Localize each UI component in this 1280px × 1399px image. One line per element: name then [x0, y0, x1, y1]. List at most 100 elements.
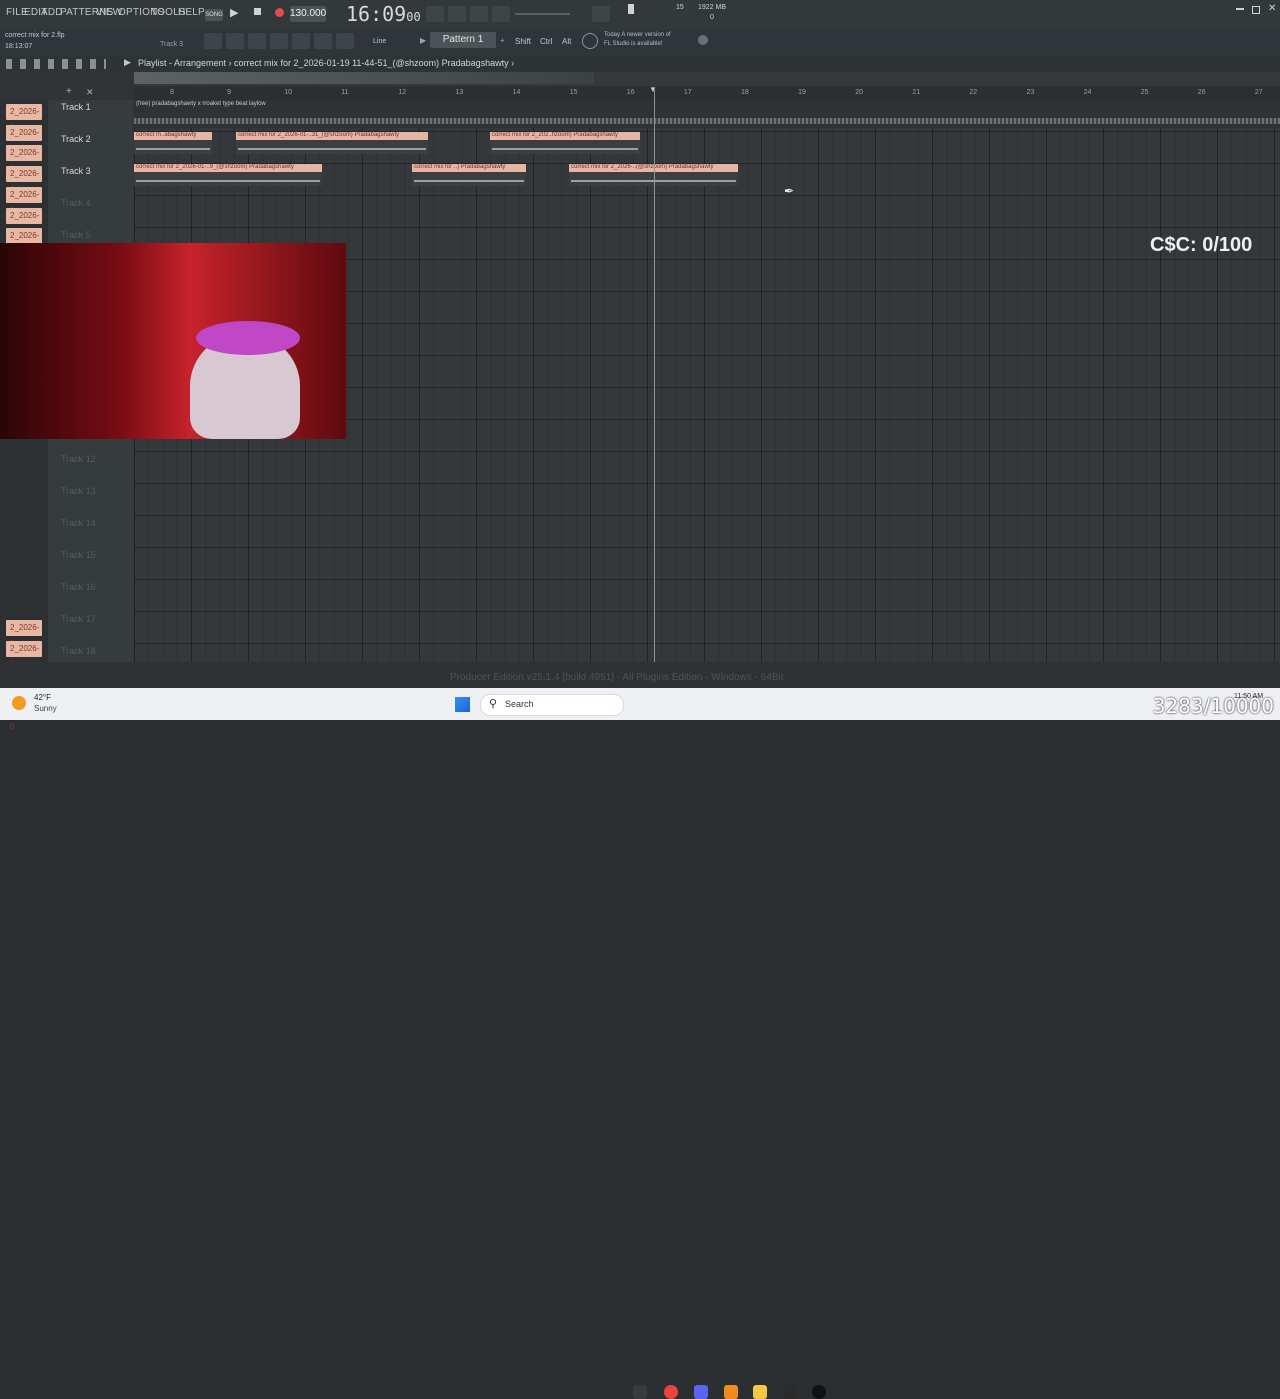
start-icon[interactable]: [455, 697, 470, 712]
ctrl-key[interactable]: Ctrl: [540, 37, 552, 46]
clip-track2-b[interactable]: correct mix for 2_2026-01-..31_(@shzoom)…: [236, 132, 428, 154]
pool-clip[interactable]: 2_2026-0: [6, 228, 42, 256]
track-name-2[interactable]: Track 2: [61, 134, 91, 144]
ruler-bar-16[interactable]: 16: [627, 89, 635, 96]
ruler-bar-11[interactable]: 11: [341, 89, 348, 96]
app-icon[interactable]: [812, 1385, 826, 1399]
microphone-icon[interactable]: [336, 33, 354, 49]
timeline-ruler[interactable]: 8 9 10 11 12 13 14 15 16 17 18 19 20 21 22 23 24 25 26 27: [134, 86, 1280, 100]
chrome-icon[interactable]: [664, 1385, 678, 1399]
task-view-icon[interactable]: [633, 1385, 647, 1399]
pool-clip[interactable]: 2_2026-0: [6, 166, 42, 194]
maximize-icon[interactable]: [1252, 6, 1260, 14]
track-name-17[interactable]: Track 17: [61, 614, 96, 624]
track-name-16[interactable]: Track 16: [61, 582, 96, 592]
shift-key[interactable]: Shift: [515, 37, 531, 46]
ruler-bar-17[interactable]: 17: [684, 89, 692, 96]
track-name-4[interactable]: Track 4: [61, 198, 91, 208]
playlist-icon[interactable]: [204, 33, 222, 49]
track-name-3[interactable]: Track 3: [61, 166, 91, 176]
tempo-tap-icon[interactable]: [448, 6, 466, 22]
alt-key[interactable]: Alt: [562, 37, 571, 46]
mixer-window-icon[interactable]: [270, 33, 288, 49]
channel-rack-icon[interactable]: [248, 33, 266, 49]
ruler-bar-23[interactable]: 23: [1027, 89, 1035, 96]
play-icon[interactable]: ▶: [230, 6, 238, 19]
add-track-icon[interactable]: +: [66, 86, 72, 97]
playhead[interactable]: [654, 90, 655, 662]
discord-icon[interactable]: [694, 1385, 708, 1399]
track-name-14[interactable]: Track 14: [61, 518, 96, 528]
pool-clip[interactable]: 2_2026-0: [6, 124, 42, 153]
ruler-bar-20[interactable]: 20: [855, 89, 863, 96]
clip-track2-a[interactable]: correct m..abagshawty: [134, 132, 212, 154]
track-name-1[interactable]: Track 1: [61, 102, 91, 112]
clip-track2-c[interactable]: correct mix for 2_202..hzoom) Pradabagsh…: [490, 132, 640, 154]
ruler-bar-21[interactable]: 21: [912, 89, 920, 96]
track-name-15[interactable]: Track 15: [61, 550, 96, 560]
weather-icon[interactable]: [12, 696, 26, 710]
news-icon[interactable]: [582, 33, 598, 49]
minimize-icon[interactable]: [1236, 8, 1244, 10]
news-line2[interactable]: FL Studio is available!: [604, 41, 662, 47]
weather-condition[interactable]: Sunny: [34, 704, 57, 713]
mixer-icon[interactable]: [426, 6, 444, 22]
ruler-bar-22[interactable]: 22: [969, 89, 977, 96]
globe-icon[interactable]: [698, 35, 708, 45]
pool-clip[interactable]: 2_2026-0: [6, 641, 42, 669]
ruler-bar-14[interactable]: 14: [513, 89, 521, 96]
pattern-selector[interactable]: Pattern 1: [430, 32, 496, 48]
browser-icon[interactable]: [292, 33, 310, 49]
ruler-bar-12[interactable]: 12: [398, 89, 406, 96]
metronome-icon[interactable]: [492, 6, 510, 22]
close-icon[interactable]: ✕: [1268, 3, 1276, 14]
pool-clip[interactable]: 2_2026-0: [6, 186, 42, 215]
piano-roll-icon[interactable]: [226, 33, 244, 49]
clip-track1[interactable]: (free) pradabagshawty x rroaket type bea…: [134, 100, 1280, 128]
weather-temp[interactable]: 42°F: [34, 693, 51, 702]
add-pattern-icon[interactable]: +: [500, 36, 505, 45]
master-pitch-slider[interactable]: [515, 13, 570, 15]
pool-clip[interactable]: 2_2026-0: [6, 207, 42, 236]
obs-icon[interactable]: [783, 1385, 797, 1399]
ruler-bar-27[interactable]: 27: [1255, 89, 1263, 96]
playlist-menu-icon[interactable]: ▶: [124, 57, 131, 68]
track-name-5[interactable]: Track 5: [61, 230, 91, 240]
horizontal-scrollbar[interactable]: [134, 72, 594, 84]
ruler-bar-26[interactable]: 26: [1198, 89, 1206, 96]
pattern-prev-icon[interactable]: ▶: [420, 36, 426, 45]
song-mode-toggle[interactable]: SONG: [205, 9, 223, 21]
playhead-marker-icon[interactable]: ▼: [649, 85, 657, 94]
file-explorer-icon[interactable]: [753, 1385, 767, 1399]
ruler-bar-9[interactable]: 9: [227, 89, 231, 96]
plugin-icon[interactable]: [314, 33, 332, 49]
track-name-12[interactable]: Track 12: [61, 454, 96, 464]
clip-track3-a[interactable]: correct mix for 2_2026-01-..9_(@shzoom) …: [134, 164, 322, 186]
tempo-display[interactable]: 130.000: [290, 6, 326, 22]
record-icon[interactable]: [275, 8, 284, 17]
clear-icon[interactable]: ✕: [86, 87, 94, 98]
ruler-bar-15[interactable]: 15: [570, 89, 578, 96]
menu-help[interactable]: HELP: [178, 7, 205, 18]
news-line1[interactable]: Today A newer version of: [604, 32, 671, 38]
pool-clip[interactable]: 2_2026-0: [6, 620, 42, 648]
track-name-18[interactable]: Track 18: [61, 646, 96, 656]
ruler-bar-24[interactable]: 24: [1084, 89, 1092, 96]
fl-studio-icon[interactable]: [724, 1385, 738, 1399]
ruler-bar-10[interactable]: 10: [284, 89, 292, 96]
ruler-bar-13[interactable]: 13: [456, 89, 464, 96]
ruler-bar-25[interactable]: 25: [1141, 89, 1149, 96]
ruler-bar-8[interactable]: 8: [170, 89, 174, 96]
pool-clip[interactable]: 2_2026-0: [6, 145, 42, 173]
song-time-display[interactable]: 16:0900: [346, 2, 421, 26]
scroll-icon[interactable]: [592, 6, 610, 22]
snap-selector[interactable]: Line: [373, 38, 386, 45]
ruler-bar-18[interactable]: 18: [741, 89, 749, 96]
taskbar-search[interactable]: ⚲ Search: [480, 694, 624, 716]
track-name-13[interactable]: Track 13: [61, 486, 96, 496]
stop-icon[interactable]: [254, 8, 261, 15]
clip-track3-b[interactable]: correct mix for ..) Pradabagshawty: [412, 164, 526, 186]
playlist-tools-icon[interactable]: [6, 59, 106, 69]
wait-input-icon[interactable]: [470, 6, 488, 22]
pool-clip[interactable]: 2_2026-0: [6, 104, 42, 132]
